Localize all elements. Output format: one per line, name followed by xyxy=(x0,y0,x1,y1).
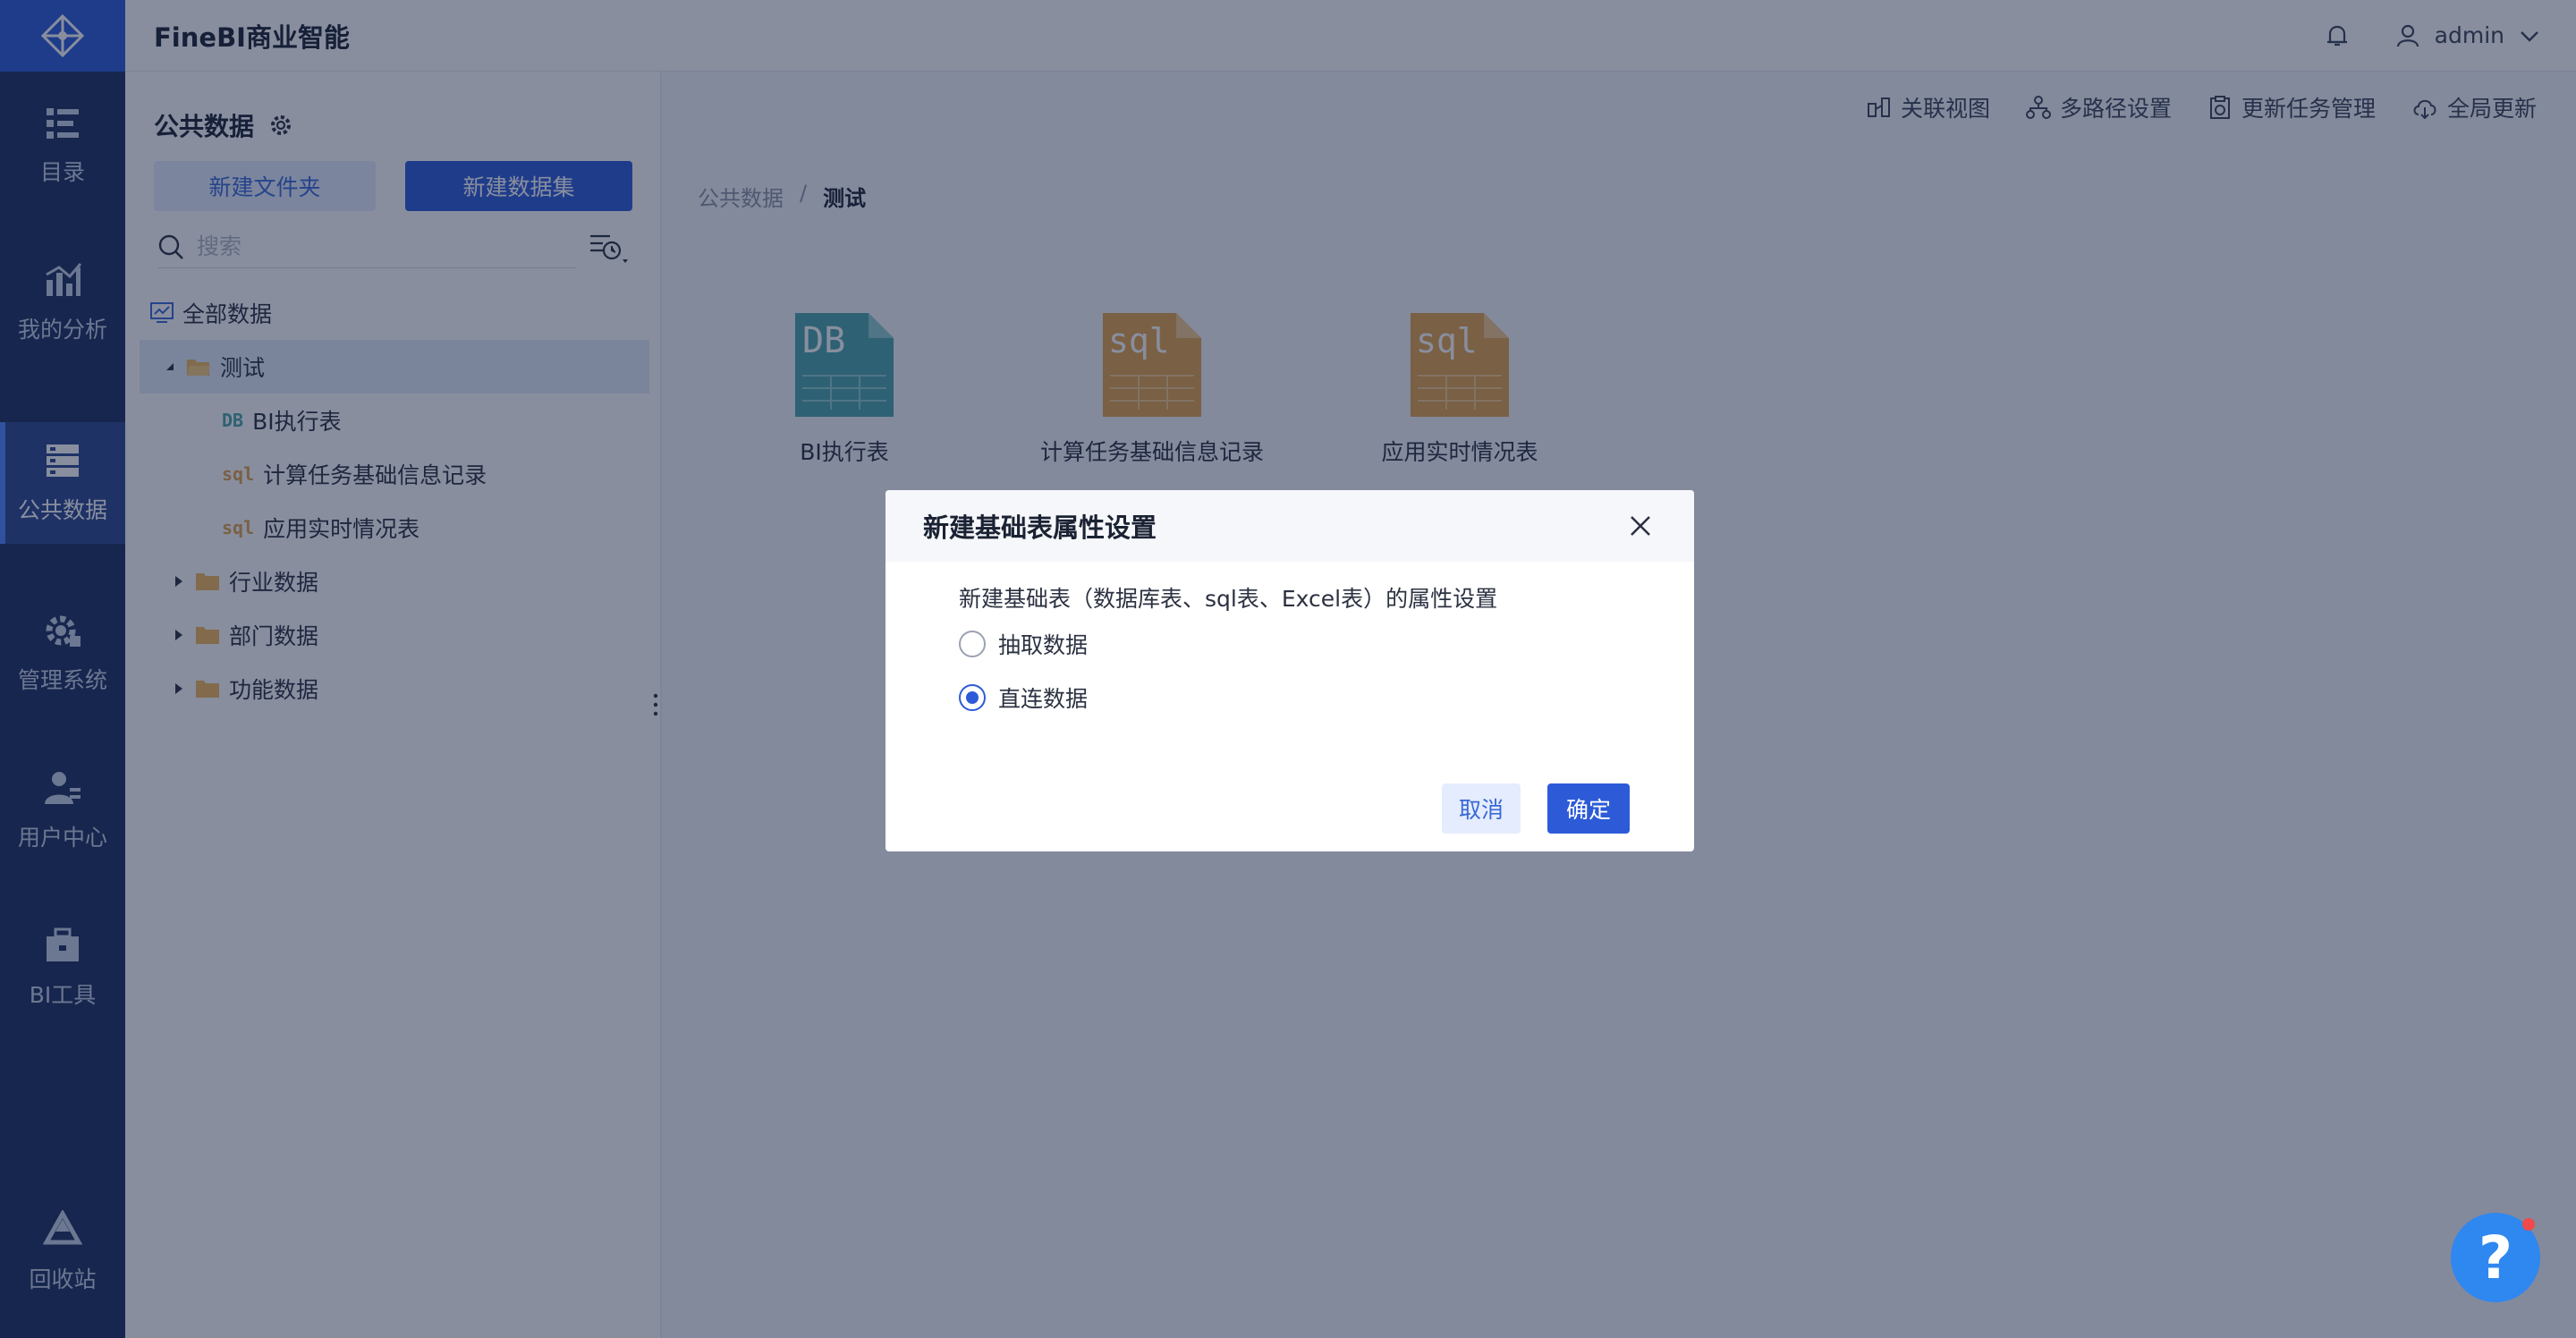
dialog-title: 新建基础表属性设置 xyxy=(923,512,1157,543)
notification-dot xyxy=(2522,1218,2535,1231)
radio-direct-data[interactable]: 直连数据 xyxy=(959,682,1088,714)
close-icon[interactable] xyxy=(1626,512,1655,540)
dialog-description: 新建基础表（数据库表、sql表、Excel表）的属性设置 xyxy=(959,586,1498,612)
dialog-header: 新建基础表属性设置 xyxy=(886,490,1694,562)
radio-button-extract[interactable] xyxy=(959,631,986,657)
radio-extract-data[interactable]: 抽取数据 xyxy=(959,628,1088,660)
cancel-button[interactable]: 取消 xyxy=(1442,783,1521,834)
radio-label: 抽取数据 xyxy=(998,632,1089,658)
base-table-settings-dialog: 新建基础表属性设置 新建基础表（数据库表、sql表、Excel表）的属性设置 抽… xyxy=(886,490,1694,851)
radio-label: 直连数据 xyxy=(998,686,1089,712)
app-root: 目录 我的分析 公共数据 管理系统 xyxy=(0,0,2576,1338)
radio-button-direct[interactable] xyxy=(959,684,986,711)
confirm-button[interactable]: 确定 xyxy=(1547,783,1630,834)
